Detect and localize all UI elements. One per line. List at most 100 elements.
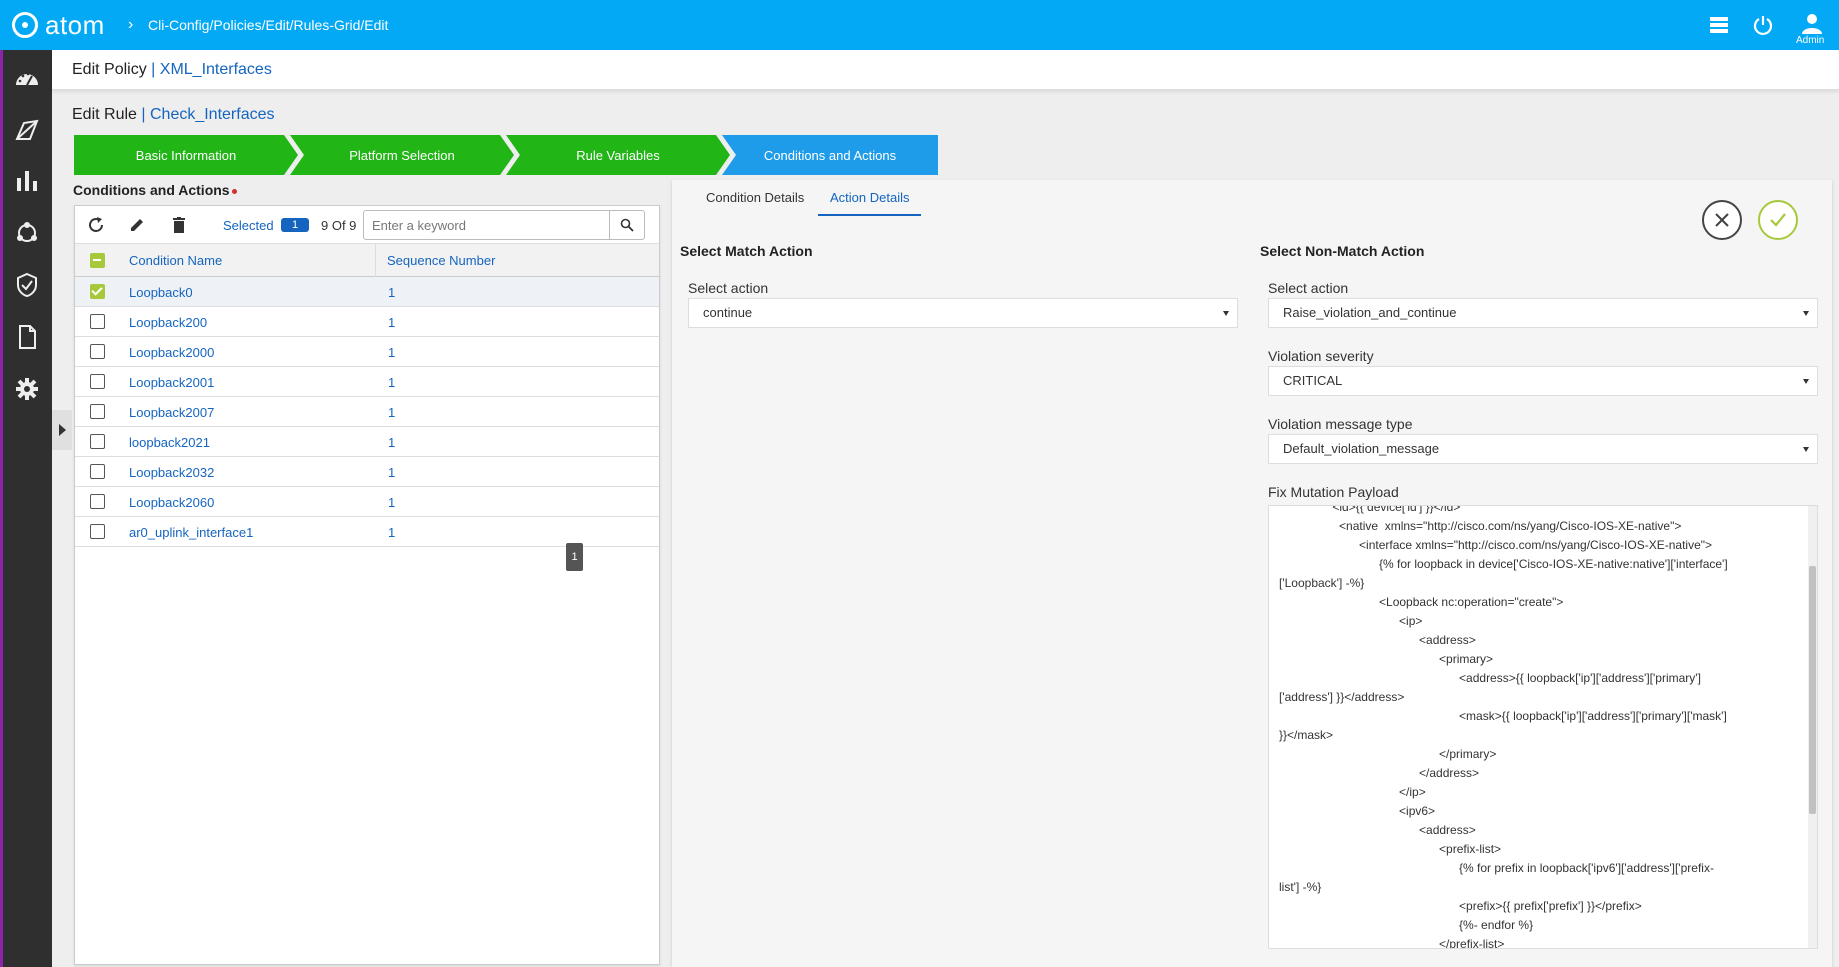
row-checkbox[interactable] — [90, 524, 105, 539]
payload-line: </primary> — [1279, 747, 1497, 761]
gear-icon[interactable] — [14, 376, 40, 402]
list-view-icon[interactable] — [1708, 14, 1730, 36]
shield-check-icon[interactable] — [14, 272, 40, 298]
table-row[interactable]: loopback2021 1 — [75, 427, 659, 457]
condition-name[interactable]: Loopback2032 — [129, 465, 214, 480]
step-conditions-and-actions[interactable]: Conditions and Actions — [722, 135, 938, 175]
sequence-number: 1 — [388, 405, 396, 420]
page-title: Edit Policy | XML_Interfaces — [72, 61, 272, 79]
violation-message-type-select[interactable]: Default_violation_message — [1268, 434, 1818, 464]
condition-name[interactable]: Loopback2007 — [129, 405, 214, 420]
selected-count-badge: 1 — [281, 218, 309, 232]
condition-name[interactable]: Loopback200 — [129, 315, 207, 330]
dashboard-icon[interactable] — [14, 65, 40, 91]
row-checkbox[interactable] — [90, 374, 105, 389]
row-checkbox[interactable] — [90, 314, 105, 329]
violation-message-type-value: Default_violation_message — [1283, 441, 1440, 456]
condition-name[interactable]: ar0_uplink_interface1 — [129, 525, 253, 540]
column-sequence-number[interactable]: Sequence Number — [387, 253, 495, 268]
step-rule-variables[interactable]: Rule Variables — [506, 135, 730, 175]
payload-line: {% for loopback in device['Cisco-IOS-XE-… — [1279, 557, 1728, 571]
table-row[interactable]: Loopback2007 1 — [75, 397, 659, 427]
payload-line: </address> — [1279, 766, 1480, 780]
violation-severity-select[interactable]: CRITICAL — [1268, 366, 1818, 396]
sequence-number: 1 — [388, 375, 396, 390]
violation-severity-value: CRITICAL — [1283, 373, 1343, 388]
step-platform-selection[interactable]: Platform Selection — [290, 135, 514, 175]
condition-name[interactable]: Loopback2060 — [129, 495, 214, 510]
select-all-checkbox[interactable] — [90, 253, 105, 268]
condition-name[interactable]: Loopback0 — [129, 285, 193, 300]
table-row[interactable]: Loopback2001 1 — [75, 367, 659, 397]
power-icon[interactable] — [1752, 14, 1774, 36]
delete-icon[interactable] — [170, 216, 188, 234]
payload-line: </prefix-list> — [1279, 937, 1505, 949]
step-basic-information[interactable]: Basic Information — [74, 135, 298, 175]
user-icon[interactable] — [1801, 12, 1823, 34]
table-row[interactable]: Loopback2032 1 — [75, 457, 659, 487]
non-match-action-select[interactable]: Raise_violation_and_continue — [1268, 298, 1818, 328]
table-row[interactable]: Loopback0 1 — [75, 277, 659, 307]
search-box — [363, 210, 645, 240]
payload-line: <mask>{{ loopback['ip']['address']['prim… — [1279, 709, 1727, 723]
edit-icon[interactable] — [128, 216, 146, 234]
non-match-select-action-label: Select action — [1268, 280, 1349, 296]
violation-severity-label: Violation severity — [1268, 348, 1374, 364]
payload-line: <address> — [1279, 633, 1476, 647]
search-input[interactable] — [364, 211, 609, 239]
payload-line: ['address'] }}</address> — [1279, 690, 1405, 704]
document-icon[interactable] — [14, 324, 40, 350]
row-checkbox[interactable] — [90, 404, 105, 419]
expand-panel-toggle[interactable] — [52, 410, 72, 450]
table-row[interactable]: Loopback2000 1 — [75, 337, 659, 367]
workflow-icon[interactable] — [14, 220, 40, 246]
payload-line: list'] -%} — [1279, 880, 1322, 894]
match-select-action-label: Select action — [688, 280, 769, 296]
search-button[interactable] — [609, 211, 644, 239]
fix-mutation-payload-textarea[interactable]: <id>{{ device['id'] }}</id> <native xmln… — [1268, 505, 1818, 949]
network-topology-icon[interactable] — [14, 117, 40, 143]
conditions-title-text: Conditions and Actions — [73, 182, 230, 198]
scrollbar-thumb[interactable] — [1809, 566, 1816, 814]
column-condition-name[interactable]: Condition Name — [129, 253, 222, 268]
conditions-grid: Selected 1 9 Of 9 Condition Name Sequenc… — [74, 205, 660, 965]
payload-line: <ip> — [1279, 614, 1423, 628]
row-checkbox[interactable] — [90, 434, 105, 449]
atom-logo[interactable]: atom — [12, 12, 105, 38]
match-action-value: continue — [703, 305, 753, 320]
conditions-title: Conditions and Actions — [73, 182, 237, 198]
condition-name[interactable]: Loopback2001 — [129, 375, 214, 390]
payload-line: <Loopback nc:operation="create"> — [1279, 595, 1564, 609]
cancel-button[interactable] — [1702, 200, 1742, 240]
table-row[interactable]: Loopback200 1 — [75, 307, 659, 337]
row-checkbox[interactable] — [90, 284, 105, 299]
sequence-number: 1 — [388, 435, 396, 450]
refresh-icon[interactable] — [87, 216, 105, 234]
tab-condition-details[interactable]: Condition Details — [694, 180, 816, 216]
save-button[interactable] — [1758, 200, 1798, 240]
payload-line: <ipv6> — [1279, 804, 1436, 818]
page-header: Edit Policy | XML_Interfaces — [52, 50, 1839, 90]
sequence-number: 1 — [388, 495, 396, 510]
row-checkbox[interactable] — [90, 464, 105, 479]
left-sidebar — [0, 50, 52, 967]
chevron-down-icon — [1803, 379, 1809, 384]
page-number-chip[interactable]: 1 — [566, 543, 583, 571]
payload-line: <address> — [1279, 823, 1476, 837]
search-icon — [620, 218, 634, 232]
chevron-down-icon — [1803, 311, 1809, 316]
row-checkbox[interactable] — [90, 494, 105, 509]
condition-name[interactable]: Loopback2000 — [129, 345, 214, 360]
tab-action-details[interactable]: Action Details — [818, 180, 922, 216]
payload-scrollbar[interactable] — [1808, 506, 1817, 948]
table-row[interactable]: Loopback2060 1 — [75, 487, 659, 517]
logo-text: atom — [45, 10, 105, 40]
bar-chart-icon[interactable] — [14, 168, 40, 194]
match-action-select[interactable]: continue — [688, 298, 1238, 328]
chevron-down-icon — [1803, 447, 1809, 452]
condition-name[interactable]: loopback2021 — [129, 435, 210, 450]
row-checkbox[interactable] — [90, 344, 105, 359]
non-match-action-title: Select Non-Match Action — [1260, 243, 1425, 259]
page-title-prefix: Edit Policy — [72, 61, 147, 78]
payload-line: ['Loopback'] -%} — [1279, 576, 1365, 590]
